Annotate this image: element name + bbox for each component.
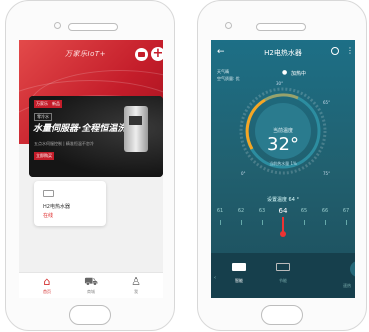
chevron-left-icon[interactable]: ‹ <box>214 275 216 281</box>
right-phone-frame: ← H2电热水器 ⋮ 天气晴 空气质量: 优 ● 加热中 0° 75° 30° … <box>197 0 367 331</box>
camera-icon <box>54 22 61 29</box>
cart-icon: ⛟ <box>84 275 98 288</box>
ruler-value-selected[interactable]: 64 <box>275 207 291 215</box>
gauge-top-label: 30° <box>276 81 284 86</box>
banner-tag: 零冷水 <box>34 113 52 121</box>
device-name: H2电热水器 <box>43 204 70 210</box>
home-icon: ⌂ <box>43 275 51 288</box>
app-logo-title: 万家乐IoT+ <box>65 50 106 58</box>
mode-label: 智能 <box>235 278 243 283</box>
tab-label: 商城 <box>87 289 95 294</box>
mode-label[interactable]: 速热 <box>343 283 351 289</box>
promo-banner[interactable]: 万家乐 新品 零冷水 水量伺服器·全程恒温洗 五点水伺服控制 | 精准恒温不忽冷… <box>29 96 163 177</box>
tab-label: 我 <box>134 289 138 294</box>
more-icon[interactable]: ⋮ <box>346 46 354 55</box>
ruler-value[interactable]: 65 <box>296 208 312 214</box>
weather-air-quality: 空气质量: 优 <box>217 76 240 81</box>
speaker-slot <box>68 23 118 31</box>
tab-home[interactable]: ⌂ 首页 <box>32 275 62 295</box>
mode-icon <box>232 263 246 271</box>
banner-slogan: 水量伺服器·全程恒温洗 <box>33 124 127 134</box>
ruler-value[interactable]: 66 <box>317 208 333 214</box>
ruler-tick <box>325 220 326 225</box>
home-button[interactable] <box>261 305 303 325</box>
ruler-pointer-knob[interactable] <box>280 231 286 237</box>
temperature-ruler[interactable]: 61 62 63 64 65 66 67 <box>211 207 355 238</box>
mode-selector: ‹ 智能 节能 速热 <box>211 253 355 298</box>
ruler-tick <box>220 220 221 225</box>
set-temp-label: 设置温度 64 ° <box>266 197 300 203</box>
add-device-icon[interactable]: + <box>151 47 163 61</box>
water-heater-image <box>124 106 148 152</box>
hot-water-level: 当前热水量 1% <box>269 161 297 166</box>
ruler-value[interactable]: 61 <box>212 208 228 214</box>
device-status: 在线 <box>43 213 54 219</box>
heating-status: 加热中 <box>291 71 307 77</box>
home-button[interactable] <box>69 305 111 325</box>
tab-me[interactable]: ♙ 我 <box>121 275 151 295</box>
camera-icon <box>225 22 232 29</box>
gauge-min-label: 0° <box>241 171 246 176</box>
banner-buy-button[interactable]: 立即购买 <box>34 152 54 160</box>
gauge-max-label: 75° <box>323 171 331 176</box>
mode-eco[interactable]: 节能 <box>268 263 298 284</box>
bottom-tab-bar: ⌂ 首页 ⛟ 商城 ♙ 我 <box>19 272 163 298</box>
flame-icon: ● <box>282 69 288 76</box>
banner-subtitle: 五点水伺服控制 | 精准恒温不忽冷 <box>34 141 94 146</box>
current-temp-label: 当前温度 <box>272 128 293 134</box>
gauge-progress-arc-2 <box>264 93 299 102</box>
right-screen: ← H2电热水器 ⋮ 天气晴 空气质量: 优 ● 加热中 0° 75° 30° … <box>211 40 355 298</box>
device-card[interactable]: H2电热水器 在线 <box>34 181 106 226</box>
ruler-tick <box>346 220 347 225</box>
mode-next-bubble[interactable] <box>350 261 355 277</box>
speaker-slot <box>256 23 306 31</box>
carousel-dots[interactable] <box>87 170 107 172</box>
ruler-value[interactable]: 63 <box>254 208 270 214</box>
water-heater-icon <box>43 190 54 197</box>
tab-mall[interactable]: ⛟ 商城 <box>76 275 106 295</box>
gauge-top-right-label: 65° <box>323 100 331 105</box>
ruler-value[interactable]: 67 <box>338 208 354 214</box>
tab-label: 首页 <box>43 289 51 294</box>
mode-icon <box>276 263 290 271</box>
ruler-tick <box>241 220 242 225</box>
weather-city: 天气晴 <box>217 69 229 74</box>
current-temp-value: 32° <box>267 134 299 155</box>
mode-label: 节能 <box>279 278 287 283</box>
ruler-tick <box>262 220 263 225</box>
user-icon: ♙ <box>131 275 141 288</box>
mode-smart[interactable]: 智能 <box>224 263 254 284</box>
ruler-value[interactable]: 62 <box>233 208 249 214</box>
brand-badge: 万家乐 <box>34 100 50 108</box>
message-icon[interactable] <box>135 48 148 61</box>
left-phone-frame: 万家乐IoT+ + 万家乐 新品 零冷水 水量伺服器·全程恒温洗 五点水伺服控制… <box>5 0 175 331</box>
ruler-tick <box>304 220 305 225</box>
new-badge: 新品 <box>50 100 62 108</box>
power-icon[interactable] <box>331 47 339 55</box>
heater-display-panel <box>129 116 142 125</box>
left-screen: 万家乐IoT+ + 万家乐 新品 零冷水 水量伺服器·全程恒温洗 五点水伺服控制… <box>19 40 163 298</box>
